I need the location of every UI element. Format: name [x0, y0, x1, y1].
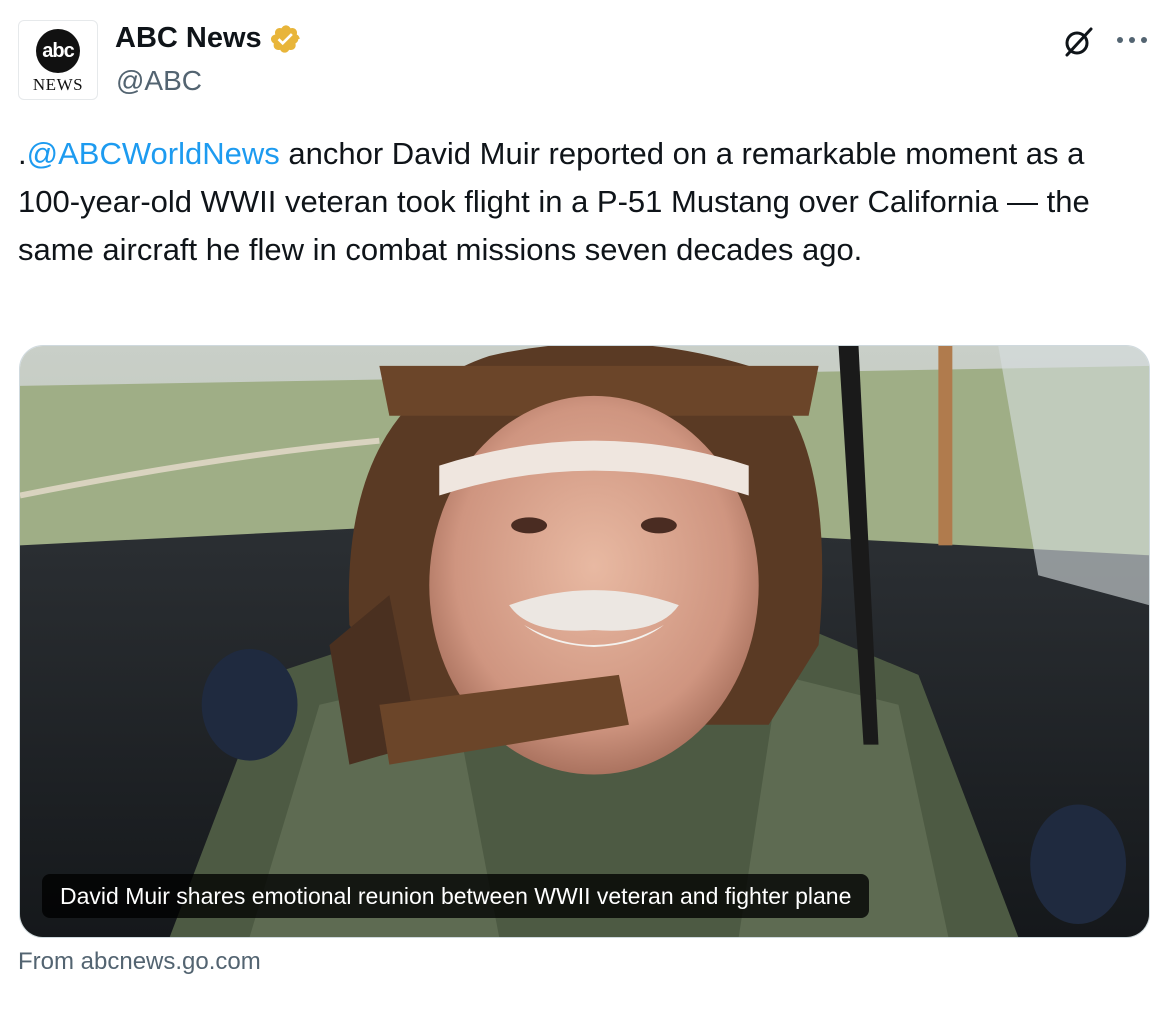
avatar[interactable]: abc NEWS [18, 20, 98, 100]
handle[interactable]: @ABC [116, 65, 202, 97]
avatar-logo-text: abc [42, 39, 74, 62]
tweet-card: abc NEWS ABC News @ABC .@ABCWorldNews an… [0, 0, 1174, 1010]
grok-slash-circle-icon[interactable] [1060, 24, 1096, 60]
avatar-news-text: NEWS [32, 75, 84, 94]
display-name[interactable]: ABC News [115, 22, 262, 55]
media-card[interactable]: David Muir shares emotional reunion betw… [19, 345, 1150, 938]
tweet-text-prefix: . [18, 136, 27, 171]
link-source[interactable]: From abcnews.go.com [18, 948, 261, 976]
author-name-row[interactable]: ABC News [115, 22, 302, 55]
veteran-photo [20, 346, 1149, 937]
abc-logo-icon: abc [36, 29, 80, 73]
tweet-text: .@ABCWorldNews anchor David Muir reporte… [18, 130, 1148, 274]
mention-link[interactable]: @ABCWorldNews [27, 136, 280, 171]
more-dots-icon[interactable] [1114, 24, 1150, 54]
verified-badge-icon [270, 24, 300, 53]
media-caption: David Muir shares emotional reunion betw… [42, 874, 870, 918]
